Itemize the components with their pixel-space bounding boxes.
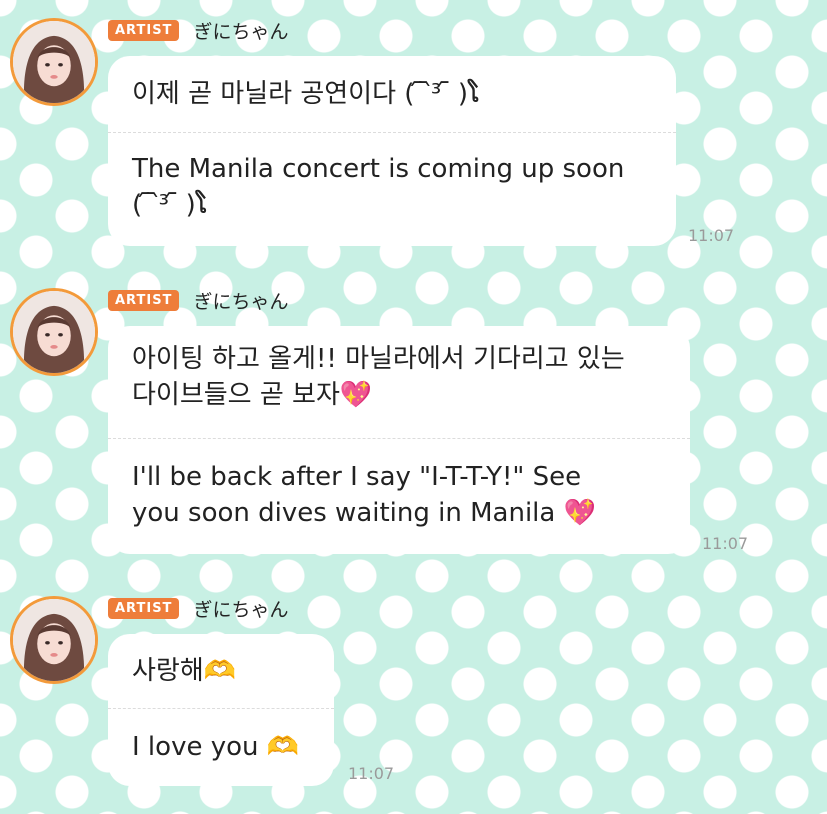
avatar-photo-icon [13, 291, 95, 373]
message-header: ARTIST ぎにちゃん [108, 18, 289, 43]
original-text: 사랑해🫶 [132, 656, 237, 686]
avatar-photo-icon [13, 21, 95, 103]
message-header: ARTIST ぎにちゃん [108, 288, 289, 313]
timestamp: 11:07 [348, 764, 395, 783]
timestamp: 11:07 [688, 226, 735, 245]
message-bubble[interactable]: 이제 곧 마닐라 공연이다 ( ᷇ ᷆³ ᷇ )ໂ The Manila con… [108, 56, 676, 246]
sender-name: ぎにちゃん [193, 20, 289, 43]
translation-text: I love you 🫶 [132, 732, 300, 762]
original-text: 아이팅 하고 올게!! 마닐라에서 기다리고 있는 다이브들으 곧 보자💖 [132, 344, 625, 410]
message-bubble[interactable]: 사랑해🫶 I love you 🫶 [108, 634, 334, 786]
message-header: ARTIST ぎにちゃん [108, 596, 289, 621]
avatar[interactable] [10, 596, 98, 684]
translation-text: I'll be back after I say "I-T-T-Y!" See … [132, 462, 596, 528]
artist-badge: ARTIST [108, 289, 180, 311]
avatar-photo-icon [13, 599, 95, 681]
translation-text: The Manila concert is coming up soon ( ᷇… [132, 154, 625, 220]
artist-badge: ARTIST [108, 597, 180, 619]
timestamp: 11:07 [702, 534, 749, 553]
avatar[interactable] [10, 18, 98, 106]
message-bubble[interactable]: 아이팅 하고 올게!! 마닐라에서 기다리고 있는 다이브들으 곧 보자💖 I'… [108, 326, 690, 554]
sender-name: ぎにちゃん [193, 598, 289, 621]
sender-name: ぎにちゃん [193, 290, 289, 313]
original-text: 이제 곧 마닐라 공연이다 ( ᷇ ᷆³ ᷇ )ໂ [132, 79, 480, 109]
artist-badge: ARTIST [108, 19, 180, 41]
avatar[interactable] [10, 288, 98, 376]
